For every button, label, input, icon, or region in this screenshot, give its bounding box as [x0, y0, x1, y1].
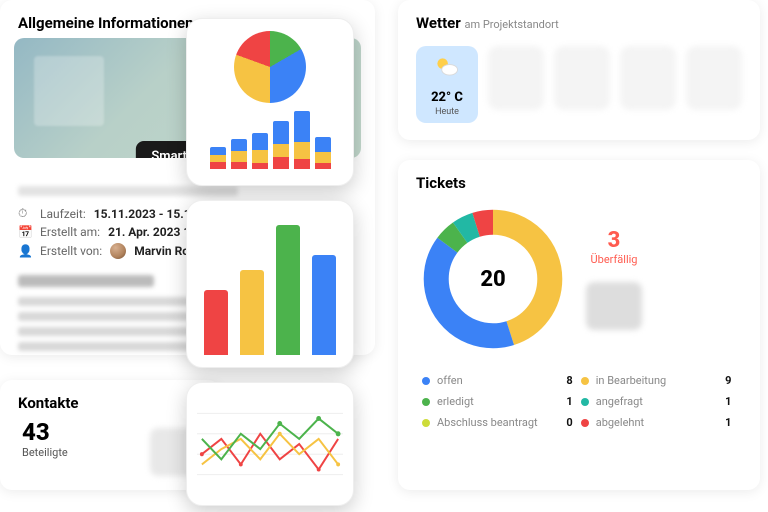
user-icon: 👤 — [18, 244, 32, 258]
clock-icon: ⏱ — [18, 206, 32, 221]
tickets-total: 20 — [418, 204, 568, 354]
avatar — [110, 243, 126, 259]
legend-bearbeitung[interactable]: in Bearbeitung9 — [581, 370, 732, 391]
runtime-label: Laufzeit: — [40, 207, 86, 221]
overdue-label: Überfällig — [586, 253, 642, 266]
legend-abschluss[interactable]: Abschluss beantragt0 — [422, 412, 573, 433]
overdue-count: 3 — [586, 228, 642, 253]
legend-angefragt[interactable]: angefragt1 — [581, 391, 732, 412]
weather-subtitle: am Projektstandort — [464, 18, 558, 31]
weather-today[interactable]: 22° C Heute — [416, 46, 478, 123]
tickets-chart-wrap: 20 3 Überfällig — [398, 198, 760, 366]
address-placeholder — [18, 186, 238, 196]
creator-label: Erstellt von: — [40, 244, 102, 258]
legend-abgelehnt[interactable]: abgelehnt1 — [581, 412, 732, 433]
weather-today-label: Heute — [420, 107, 474, 117]
tickets-card: Tickets 20 3 Überfällig offen8 in Bearbe… — [398, 160, 760, 490]
overlay-line-chart-card — [186, 382, 354, 506]
stacked-bars-icon — [199, 109, 341, 169]
sun-cloud-icon — [420, 54, 474, 86]
weather-day-placeholder[interactable] — [620, 46, 676, 110]
tickets-legend: offen8 in Bearbeitung9 erledigt1 angefra… — [398, 366, 760, 447]
pie-chart-icon — [234, 31, 306, 103]
weather-day-placeholder[interactable] — [554, 46, 610, 110]
tickets-title: Tickets — [398, 160, 760, 198]
legend-offen[interactable]: offen8 — [422, 370, 573, 391]
weather-title-text: Wetter — [416, 14, 461, 32]
line-chart — [197, 393, 343, 495]
weather-temp: 22° C — [420, 90, 474, 105]
weather-title: Wetter am Projektstandort — [398, 0, 760, 38]
tickets-overdue[interactable]: 3 Überfällig — [586, 228, 642, 330]
overlay-pie-bars-card — [186, 18, 354, 186]
created-label: Erstellt am: — [40, 225, 100, 239]
weather-day-placeholder[interactable] — [488, 46, 544, 110]
overlay-big-bars-card — [186, 200, 354, 368]
big-bars-chart — [201, 215, 339, 355]
tickets-secondary-blur — [586, 282, 642, 330]
tickets-donut: 20 — [418, 204, 568, 354]
weather-row: 22° C Heute — [398, 38, 760, 139]
calendar-icon: 📅 — [18, 225, 32, 239]
weather-card: Wetter am Projektstandort 22° C Heute — [398, 0, 760, 140]
weather-day-placeholder[interactable] — [686, 46, 742, 110]
legend-erledigt[interactable]: erledigt1 — [422, 391, 573, 412]
